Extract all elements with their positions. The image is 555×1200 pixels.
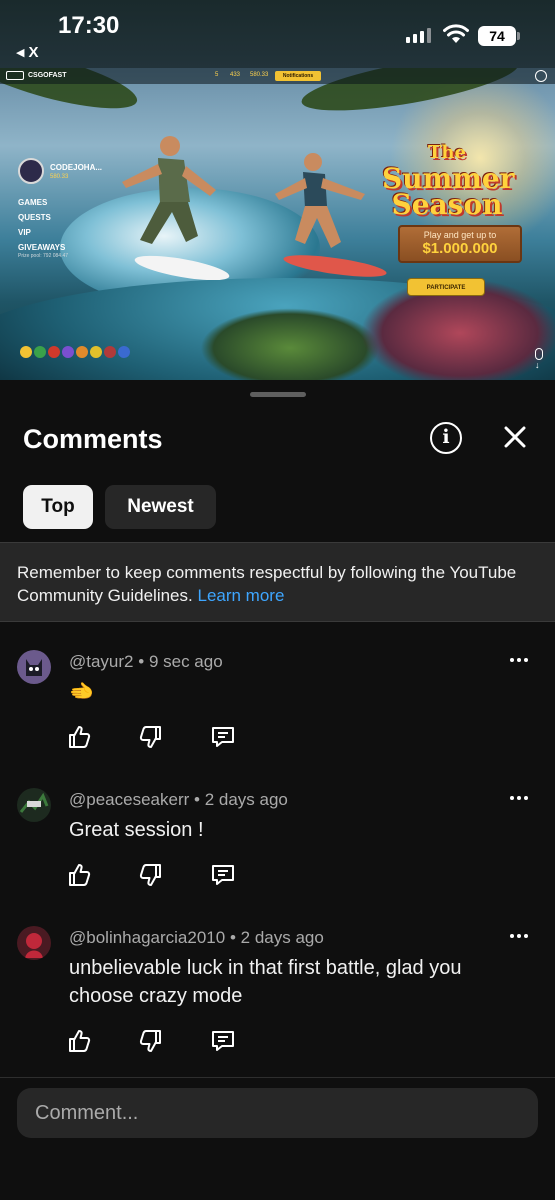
learn-more-link[interactable]: Learn more: [197, 586, 284, 605]
promo-title-main: Summer Season: [382, 162, 515, 221]
drag-handle[interactable]: [250, 392, 306, 397]
comment-author[interactable]: @tayur2: [69, 652, 134, 671]
promo-amount: $1.000.000: [422, 240, 498, 257]
comment-text: unbelievable luck in that first battle, …: [69, 957, 462, 1007]
cellular-signal-icon: [406, 28, 431, 43]
meta-separator: •: [194, 790, 205, 809]
game-icons-row: [20, 346, 130, 358]
battery-icon: 74: [478, 26, 516, 46]
prize-pool-text: Prize pool: 792 084.47: [18, 253, 69, 259]
close-icon[interactable]: [500, 422, 530, 452]
comment-author[interactable]: @peaceseakerr: [69, 790, 189, 809]
info-icon[interactable]: i: [430, 422, 462, 454]
site-menu-quests[interactable]: QUESTS: [18, 213, 68, 222]
comment-composer[interactable]: [17, 1088, 538, 1138]
top-stat-1: 5: [215, 72, 219, 78]
status-time: 17:30: [58, 12, 120, 39]
comment-meta: @peaceseakerr • 2 days ago: [69, 790, 288, 810]
comment-meta: @bolinhagarcia2010 • 2 days ago: [69, 928, 324, 948]
participate-button[interactable]: PARTICIPATE: [407, 278, 485, 296]
video-player[interactable]: CSGOFAST 5 433 580.33 Notifications CODE…: [0, 68, 555, 380]
site-brand[interactable]: CSGOFAST: [6, 71, 67, 80]
site-username: CODEJOHA...: [50, 162, 103, 172]
composer-divider: [0, 1077, 555, 1078]
more-options-icon[interactable]: [510, 792, 530, 804]
like-icon[interactable]: [66, 1028, 92, 1054]
comment-text: 🫲: [69, 681, 94, 703]
promo-board: Play and get up to $1.000.000: [398, 225, 522, 263]
site-brand-name: CSGOFAST: [28, 72, 67, 79]
reply-icon[interactable]: [210, 1028, 236, 1054]
like-icon[interactable]: [66, 862, 92, 888]
comment-actions: [66, 1028, 236, 1054]
wifi-icon: [443, 24, 469, 43]
game-icon[interactable]: [90, 346, 102, 358]
back-to-app-button[interactable]: ◀ X: [16, 44, 38, 61]
reef-left: [200, 308, 380, 380]
cat-avatar-icon: [26, 659, 42, 676]
back-app-label: X: [28, 44, 39, 61]
game-icon[interactable]: [48, 346, 60, 358]
notifications-button[interactable]: Notifications: [275, 71, 321, 81]
like-icon[interactable]: [66, 724, 92, 750]
dislike-icon[interactable]: [138, 862, 164, 888]
surfer-left-illustration: [122, 136, 230, 280]
site-menu-vip[interactable]: VIP: [18, 228, 68, 237]
battery-tip: [517, 32, 520, 40]
reply-icon[interactable]: [210, 724, 236, 750]
leaf-avatar-icon: [19, 792, 49, 813]
comments-sheet: Comments i Top Newest Remember to keep c…: [0, 380, 555, 1200]
comment-actions: [66, 862, 236, 888]
down-arrow-icon: ↓: [535, 360, 540, 370]
promo-line1: Play and get up to: [423, 230, 497, 240]
comment-author[interactable]: @bolinhagarcia2010: [69, 928, 225, 947]
dislike-icon[interactable]: [138, 1028, 164, 1054]
tab-top[interactable]: Top: [23, 485, 93, 529]
game-icon[interactable]: [20, 346, 32, 358]
dislike-icon[interactable]: [138, 724, 164, 750]
site-user-avatar: [18, 158, 44, 184]
site-menu-giveaways[interactable]: GIVEAWAYS: [18, 243, 68, 252]
comments-title: Comments: [23, 424, 163, 454]
game-icon[interactable]: [34, 346, 46, 358]
character-avatar-icon: [25, 933, 43, 958]
avatar[interactable]: [17, 650, 51, 684]
comment-meta: @tayur2 • 9 sec ago: [69, 652, 223, 672]
site-balance: 580.33: [50, 173, 69, 180]
game-icon[interactable]: [104, 346, 116, 358]
site-top-bar: CSGOFAST 5 433 580.33 Notifications: [0, 68, 555, 84]
more-options-icon[interactable]: [510, 654, 530, 666]
comment-actions: [66, 724, 236, 750]
meta-separator: •: [229, 928, 241, 947]
avatar[interactable]: [17, 788, 51, 822]
community-guidelines-banner: Remember to keep comments respectful by …: [0, 542, 555, 622]
promo-title: The Summer Season: [382, 140, 515, 221]
site-menu: GAMES QUESTS VIP GIVEAWAYS Prize pool: 7…: [18, 198, 68, 264]
comment-time: 9 sec ago: [148, 652, 223, 671]
status-bar: 17:30 ◀ X 74: [0, 0, 555, 68]
meta-separator: •: [138, 652, 149, 671]
surfer-right-illustration: [275, 153, 387, 277]
game-icon[interactable]: [118, 346, 130, 358]
tab-newest[interactable]: Newest: [105, 485, 216, 529]
comment-text: Great session !: [69, 819, 204, 841]
top-stat-2: 433: [230, 72, 241, 78]
comment-time: 2 days ago: [240, 928, 324, 947]
comment-input[interactable]: [17, 1088, 538, 1138]
avatar-small-icon[interactable]: [535, 70, 547, 82]
csgofast-logo-icon: [6, 71, 24, 80]
reply-icon[interactable]: [210, 862, 236, 888]
avatar[interactable]: [17, 926, 51, 960]
top-stat-3: 580.33: [250, 72, 269, 78]
site-user-profile[interactable]: CODEJOHA... 580.33: [18, 158, 102, 184]
site-menu-games[interactable]: GAMES: [18, 198, 68, 207]
game-icon[interactable]: [76, 346, 88, 358]
back-triangle-icon: ◀: [16, 47, 25, 59]
comment-time: 2 days ago: [204, 790, 288, 809]
scroll-mouse-icon: [535, 348, 543, 360]
game-icon[interactable]: [62, 346, 74, 358]
more-options-icon[interactable]: [510, 930, 530, 942]
